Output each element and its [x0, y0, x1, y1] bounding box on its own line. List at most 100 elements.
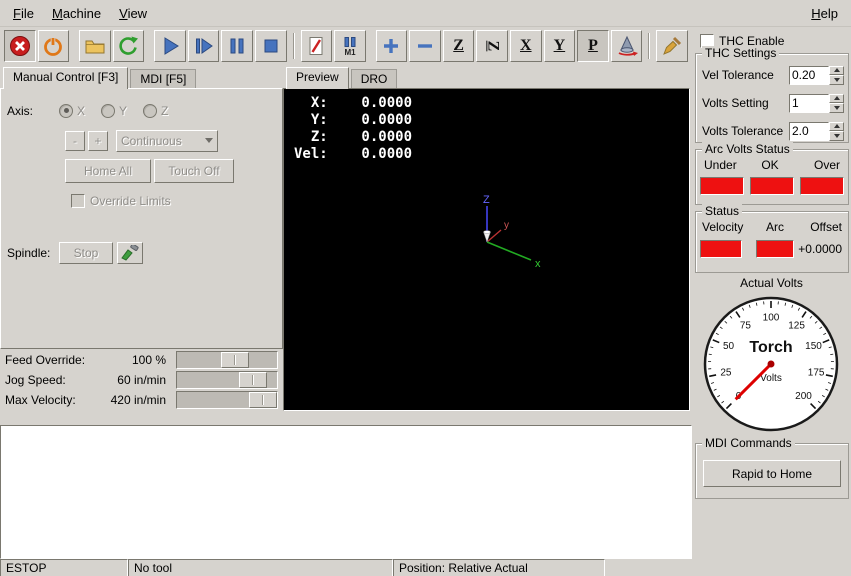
thc-panel: THC Enable THC Settings Vel Tolerance 0.…: [692, 27, 851, 576]
rapid-to-home-button[interactable]: Rapid to Home: [703, 460, 841, 487]
clear-plot-button[interactable]: [656, 30, 688, 62]
ok-label: OK: [750, 158, 790, 172]
svg-text:Torch: Torch: [749, 339, 792, 356]
jog-speed-slider[interactable]: [176, 371, 278, 389]
skip-lines-button[interactable]: [301, 30, 333, 62]
arc-volts-status-group: Arc Volts Status Under OK Over: [695, 149, 849, 205]
jog-minus-button[interactable]: -: [65, 131, 85, 151]
tab-manual-control[interactable]: Manual Control [F3]: [3, 67, 128, 89]
velocity-indicator: [700, 240, 742, 258]
radio-icon: [101, 104, 115, 118]
vel-tolerance-spinbox[interactable]: 0.20: [789, 66, 844, 85]
feed-override-label: Feed Override:: [5, 353, 104, 367]
axis-x-radio[interactable]: X: [59, 104, 85, 118]
vel-tolerance-label: Vel Tolerance: [702, 68, 774, 82]
estop-button[interactable]: [4, 30, 36, 62]
menu-view[interactable]: View: [110, 2, 156, 25]
spin-up-button[interactable]: [829, 94, 844, 104]
thc-settings-title: THC Settings: [702, 46, 779, 60]
tab-preview[interactable]: Preview: [286, 67, 349, 89]
view-perspective-icon: P: [588, 37, 598, 55]
status-title: Status: [702, 204, 742, 218]
view-perspective-button[interactable]: P: [577, 30, 609, 62]
preview-canvas[interactable]: X: 0.0000 Y: 0.0000 Z: 0.0000 Vel: 0.000…: [283, 88, 690, 411]
view-side-button[interactable]: X: [510, 30, 542, 62]
view-side-icon: X: [520, 37, 532, 55]
override-limits-checkbox[interactable]: Override Limits: [71, 194, 171, 208]
view-top-button[interactable]: Z: [443, 30, 475, 62]
under-label: Under: [704, 158, 750, 172]
spin-up-button[interactable]: [829, 66, 844, 76]
volts-setting-spinbox[interactable]: 1: [789, 94, 844, 113]
jog-mode-dropdown[interactable]: Continuous: [116, 130, 218, 152]
menu-machine[interactable]: Machine: [43, 2, 110, 25]
svg-text:25: 25: [720, 368, 732, 379]
zoom-in-button[interactable]: [376, 30, 408, 62]
feed-override-slider[interactable]: [176, 351, 278, 369]
svg-text:Volts: Volts: [760, 373, 782, 384]
home-all-button[interactable]: Home All: [65, 159, 151, 183]
tab-dro[interactable]: DRO: [351, 69, 398, 88]
under-indicator: [700, 177, 744, 195]
axis-z-radio[interactable]: Z: [143, 104, 168, 118]
jog-plus-button[interactable]: +: [88, 131, 108, 151]
zoom-out-button[interactable]: [409, 30, 441, 62]
offset-label: Offset: [792, 220, 842, 234]
vel-tolerance-value[interactable]: 0.20: [789, 66, 829, 85]
volts-tolerance-value[interactable]: 2.0: [789, 122, 829, 141]
svg-text:M1: M1: [344, 48, 356, 57]
view-front-icon: Y: [554, 37, 566, 55]
toolbar: M1 Z Z: [0, 27, 692, 66]
pause-button[interactable]: [221, 30, 253, 62]
reload-file-button[interactable]: [113, 30, 145, 62]
view-front-button[interactable]: Y: [544, 30, 576, 62]
run-program-button[interactable]: [154, 30, 186, 62]
view-rotated-top-button[interactable]: Z: [476, 30, 508, 62]
open-file-button[interactable]: [79, 30, 111, 62]
svg-text:y: y: [504, 220, 509, 231]
spindle-stop-button[interactable]: Stop: [59, 242, 113, 264]
spindle-brush-button[interactable]: [117, 242, 143, 264]
jog-speed-row: Jog Speed: 60 in/min: [0, 370, 283, 390]
volts-setting-label: Volts Setting: [702, 96, 769, 110]
toolbar-separator: [293, 33, 295, 59]
preview-tabs: Preview DRO: [283, 66, 692, 88]
slider-handle[interactable]: [249, 392, 277, 408]
slider-handle[interactable]: [239, 372, 267, 388]
pause-icon: [226, 35, 248, 57]
stop-button[interactable]: [255, 30, 287, 62]
optional-pause-icon: M1: [339, 35, 361, 57]
max-velocity-slider[interactable]: [176, 391, 278, 409]
skip-lines-icon: [305, 35, 327, 57]
spin-down-button[interactable]: [829, 75, 844, 85]
manual-control-panel: Axis: X Y Z: [0, 88, 283, 349]
spin-up-button[interactable]: [829, 122, 844, 132]
svg-text:Z: Z: [483, 194, 490, 206]
volts-setting-value[interactable]: 1: [789, 94, 829, 113]
volts-tolerance-spinbox[interactable]: 2.0: [789, 122, 844, 141]
message-history[interactable]: [0, 425, 692, 559]
tab-mdi[interactable]: MDI [F5]: [130, 69, 196, 88]
svg-text:125: 125: [788, 320, 805, 331]
menu-bar: File Machine View Help: [0, 0, 851, 27]
mdi-commands-group: MDI Commands Rapid to Home: [695, 443, 849, 499]
step-button[interactable]: [188, 30, 220, 62]
estop-icon: [9, 35, 31, 57]
menu-file[interactable]: File: [4, 2, 43, 25]
optional-pause-button[interactable]: M1: [334, 30, 366, 62]
menu-help[interactable]: Help: [802, 2, 847, 25]
spindle-brush-icon: [121, 245, 139, 261]
offset-value: +0.0000: [794, 242, 844, 256]
rotate-view-button[interactable]: [611, 30, 643, 62]
spin-down-button[interactable]: [829, 103, 844, 113]
mdi-commands-title: MDI Commands: [702, 436, 795, 450]
jog-speed-value: 60 in/min: [104, 373, 166, 387]
machine-power-button[interactable]: [38, 30, 70, 62]
velocity-label: Velocity: [702, 220, 758, 234]
status-estop: ESTOP: [0, 559, 128, 576]
axis-y-radio[interactable]: Y: [101, 104, 127, 118]
manual-column: Manual Control [F3] MDI [F5] Axis: X: [0, 66, 283, 411]
slider-handle[interactable]: [221, 352, 249, 368]
spin-down-button[interactable]: [829, 131, 844, 141]
touch-off-button[interactable]: Touch Off: [154, 159, 234, 183]
